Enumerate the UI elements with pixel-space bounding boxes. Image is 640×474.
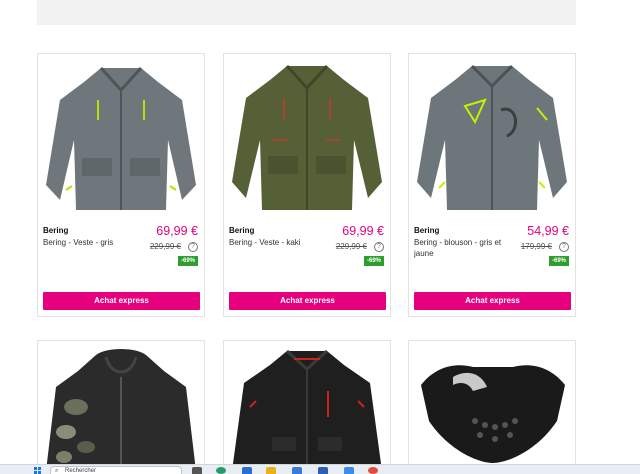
edge-browser-icon[interactable] <box>216 467 226 474</box>
product-price: 69,99 € <box>156 224 198 238</box>
product-name[interactable]: Bering - Veste - kaki <box>229 237 327 248</box>
product-image-grey-jacket[interactable] <box>46 60 196 220</box>
info-icon[interactable]: ? <box>559 242 569 252</box>
product-price: 54,99 € <box>527 224 569 238</box>
store-icon[interactable] <box>242 467 252 474</box>
product-brand: Bering <box>414 226 440 235</box>
search-placeholder: Rechercher <box>65 468 97 474</box>
product-card[interactable] <box>37 340 205 471</box>
product-name[interactable]: Bering - blouson - gris et jaune <box>414 237 512 259</box>
windows-start-icon[interactable] <box>34 467 42 474</box>
product-brand: Bering <box>229 226 255 235</box>
product-image-black-red-jacket[interactable] <box>232 347 382 471</box>
discount-badge: -69% <box>363 256 384 266</box>
product-old-price: 229,99 € <box>149 242 181 251</box>
product-card[interactable]: Bering Bering - Veste - kaki 69,99 € 229… <box>223 53 391 317</box>
discount-badge: -69% <box>177 256 198 266</box>
word-app-icon[interactable] <box>318 467 328 474</box>
discount-badge: -69% <box>548 256 569 266</box>
express-buy-button[interactable]: Achat express <box>229 292 386 310</box>
info-icon[interactable]: ? <box>188 242 198 252</box>
product-name[interactable]: Bering - Veste - gris <box>43 237 141 248</box>
product-card[interactable]: Bering Bering - Veste - gris 69,99 € 229… <box>37 53 205 317</box>
product-old-price: 179,99 € <box>520 242 552 251</box>
product-price: 69,99 € <box>342 224 384 238</box>
express-buy-button[interactable]: Achat express <box>414 292 571 310</box>
search-icon: ⌕ <box>55 468 59 474</box>
express-buy-button[interactable]: Achat express <box>43 292 200 310</box>
taskbar-search-input[interactable]: ⌕ Rechercher <box>50 466 182 474</box>
product-old-price: 229,99 € <box>335 242 367 251</box>
file-explorer-icon[interactable] <box>266 467 276 474</box>
task-view-icon[interactable] <box>192 467 202 474</box>
product-card[interactable]: Bering Bering - blouson - gris et jaune … <box>408 53 576 317</box>
product-image-khaki-jacket[interactable] <box>232 60 382 220</box>
mail-icon[interactable] <box>292 467 302 474</box>
top-banner-band <box>37 0 576 25</box>
product-image-camo-jacket[interactable] <box>46 347 196 471</box>
product-image-grey-yellow-jacket[interactable] <box>417 60 567 220</box>
info-icon[interactable]: ? <box>374 242 384 252</box>
photos-app-icon[interactable] <box>344 467 354 474</box>
chrome-browser-icon[interactable] <box>368 467 378 474</box>
product-brand: Bering <box>43 226 69 235</box>
product-image-face-mask[interactable] <box>417 351 567 471</box>
product-card[interactable] <box>223 340 391 471</box>
product-card[interactable] <box>408 340 576 470</box>
